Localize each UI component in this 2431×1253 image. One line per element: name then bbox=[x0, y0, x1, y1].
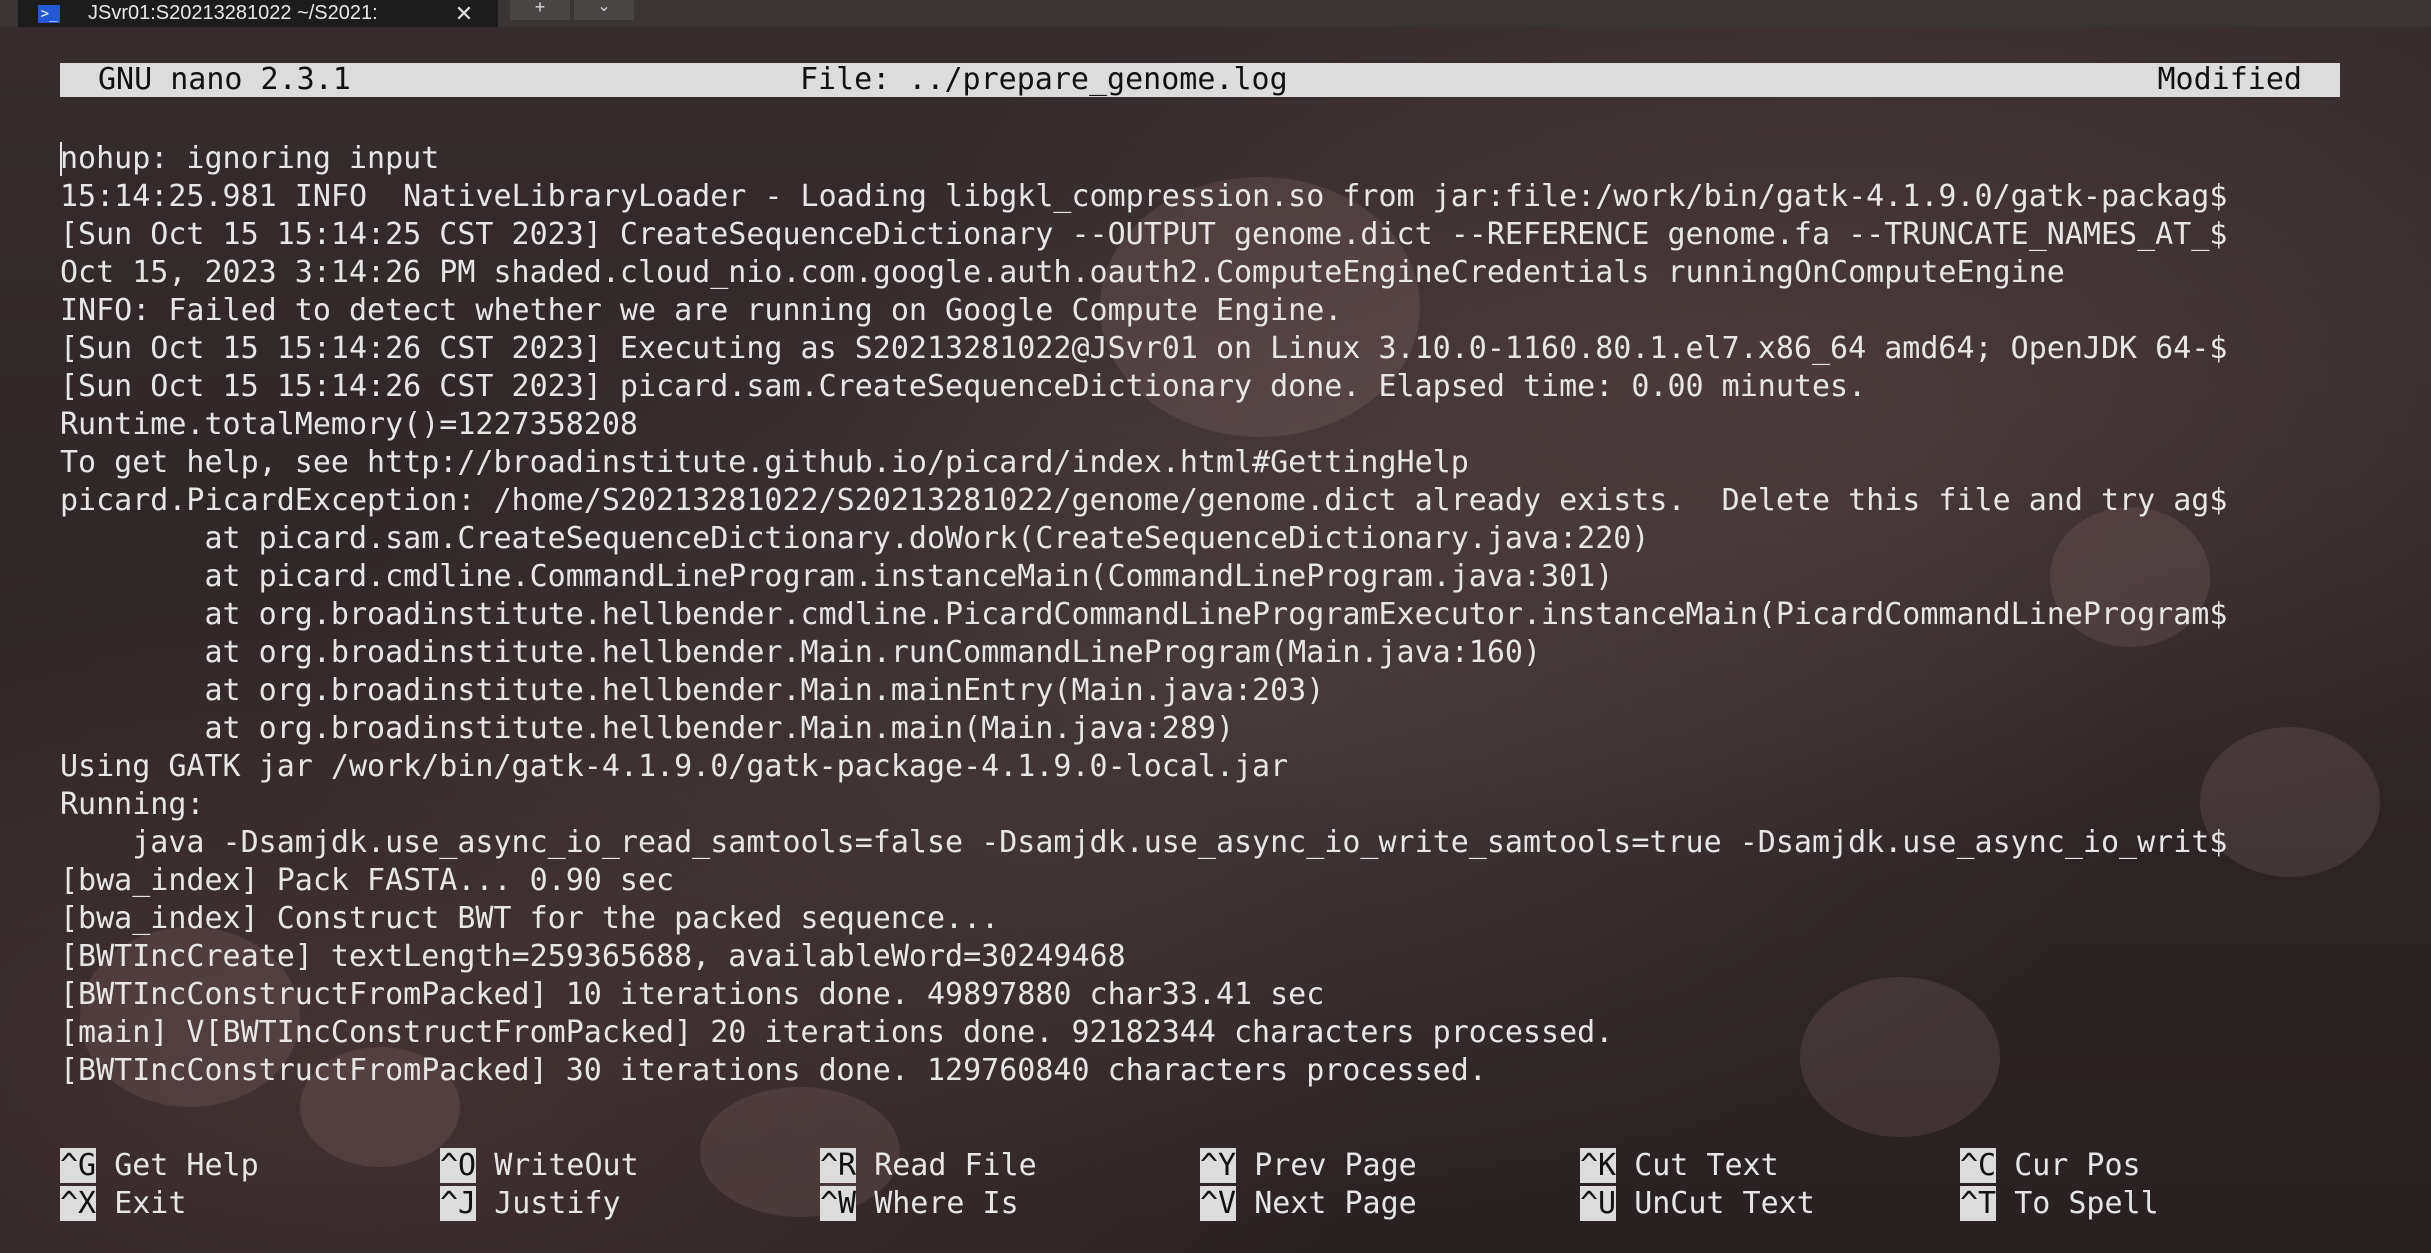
terminal-tab[interactable]: >_ JSvr01:S20213281022 ~/S2021: ✕ bbox=[18, 0, 498, 27]
shortcut-key: ^O bbox=[440, 1148, 477, 1183]
shortcut-label: Where Is bbox=[874, 1186, 1019, 1221]
shortcut-key: ^R bbox=[820, 1148, 857, 1183]
log-line: INFO: Failed to detect whether we are ru… bbox=[60, 293, 1343, 328]
shortcut-cut-text[interactable]: ^K Cut Text bbox=[1580, 1147, 1779, 1185]
shortcut-key: ^U bbox=[1580, 1186, 1617, 1221]
shortcut-prev-page[interactable]: ^Y Prev Page bbox=[1200, 1147, 1417, 1185]
log-line: at org.broadinstitute.hellbender.Main.ru… bbox=[60, 635, 1542, 670]
log-line: Runtime.totalMemory()=1227358208 bbox=[60, 407, 638, 442]
shortcut-exit[interactable]: ^X Exit bbox=[60, 1185, 186, 1223]
shortcut-label: Prev Page bbox=[1254, 1148, 1417, 1183]
shortcut-label: UnCut Text bbox=[1634, 1186, 1815, 1221]
close-icon[interactable]: ✕ bbox=[444, 1, 484, 27]
shortcut-label: To Spell bbox=[2014, 1186, 2159, 1221]
shortcut-key: ^Y bbox=[1200, 1148, 1237, 1183]
chevron-down-icon[interactable]: ⌄ bbox=[574, 0, 634, 20]
tab-title: JSvr01:S20213281022 ~/S2021: bbox=[88, 2, 378, 24]
shortcut-label: WriteOut bbox=[494, 1148, 639, 1183]
log-line: nohup: ignoring input bbox=[60, 141, 440, 176]
powershell-icon: >_ bbox=[38, 4, 60, 23]
log-line: Using GATK jar /work/bin/gatk-4.1.9.0/ga… bbox=[60, 749, 1289, 784]
shortcut-key: ^J bbox=[440, 1186, 477, 1221]
log-line: [main] V[BWTIncConstructFromPacked] 20 i… bbox=[60, 1015, 1614, 1050]
log-line: at picard.sam.CreateSequenceDictionary.d… bbox=[60, 521, 1650, 556]
log-line: Oct 15, 2023 3:14:26 PM shaded.cloud_nio… bbox=[60, 255, 2065, 290]
shortcut-label: Cut Text bbox=[1634, 1148, 1779, 1183]
log-line: at org.broadinstitute.hellbender.Main.ma… bbox=[60, 711, 1234, 746]
shortcut-label: Cur Pos bbox=[2014, 1148, 2141, 1183]
log-content[interactable]: nohup: ignoring input 15:14:25.981 INFO N… bbox=[60, 140, 2350, 1090]
shortcut-label: Read File bbox=[874, 1148, 1037, 1183]
log-line: To get help, see http://broadinstitute.g… bbox=[60, 445, 1469, 480]
shortcut-key: ^G bbox=[60, 1148, 97, 1183]
modified-status: Modified bbox=[2157, 62, 2303, 97]
log-line: [BWTIncConstructFromPacked] 10 iteration… bbox=[60, 977, 1325, 1012]
shortcut-writeout[interactable]: ^O WriteOut bbox=[440, 1147, 639, 1185]
nano-version: GNU nano 2.3.1 bbox=[98, 62, 351, 97]
shortcut-label: Get Help bbox=[114, 1148, 259, 1183]
shortcut-label: Exit bbox=[114, 1186, 187, 1221]
shortcut-bar: ^G Get Help ^O WriteOut ^R Read File ^Y Pre… bbox=[60, 1147, 2360, 1223]
shortcut-to-spell[interactable]: ^T To Spell bbox=[1960, 1185, 2159, 1223]
log-line: [bwa_index] Pack FASTA... 0.90 sec bbox=[60, 863, 675, 898]
shortcut-uncut-text[interactable]: ^U UnCut Text bbox=[1580, 1185, 1815, 1223]
shortcut-label: Justify bbox=[494, 1186, 621, 1221]
log-line: at picard.cmdline.CommandLineProgram.ins… bbox=[60, 559, 1614, 594]
shortcut-justify[interactable]: ^J Justify bbox=[440, 1185, 621, 1223]
log-line: at org.broadinstitute.hellbender.cmdline… bbox=[60, 597, 2228, 632]
new-tab-button[interactable]: + bbox=[510, 0, 570, 20]
log-line: [BWTIncCreate] textLength=259365688, ava… bbox=[60, 939, 1126, 974]
tab-strip: >_ JSvr01:S20213281022 ~/S2021: ✕ + ⌄ bbox=[0, 0, 2431, 27]
log-line: [BWTIncConstructFromPacked] 30 iteration… bbox=[60, 1053, 1487, 1088]
shortcut-get-help[interactable]: ^G Get Help bbox=[60, 1147, 259, 1185]
shortcut-cur-pos[interactable]: ^C Cur Pos bbox=[1960, 1147, 2141, 1185]
text-cursor bbox=[60, 142, 62, 176]
shortcut-key: ^W bbox=[820, 1186, 857, 1221]
log-line: 15:14:25.981 INFO NativeLibraryLoader - … bbox=[60, 179, 2228, 214]
nano-filename: File: ../prepare_genome.log bbox=[800, 62, 1288, 97]
log-line: at org.broadinstitute.hellbender.Main.ma… bbox=[60, 673, 1325, 708]
shortcut-next-page[interactable]: ^V Next Page bbox=[1200, 1185, 1417, 1223]
log-line: picard.PicardException: /home/S202132810… bbox=[60, 483, 2228, 518]
shortcut-key: ^V bbox=[1200, 1186, 1237, 1221]
log-line: java -Dsamjdk.use_async_io_read_samtools… bbox=[60, 825, 2228, 860]
nano-title-bar: GNU nano 2.3.1 File: ../prepare_genome.l… bbox=[60, 63, 2340, 97]
shortcut-label: Next Page bbox=[1254, 1186, 1417, 1221]
log-line: [Sun Oct 15 15:14:26 CST 2023] picard.sa… bbox=[60, 369, 1867, 404]
log-line: [Sun Oct 15 15:14:25 CST 2023] CreateSeq… bbox=[60, 217, 2228, 252]
shortcut-key: ^C bbox=[1960, 1148, 1997, 1183]
shortcut-key: ^T bbox=[1960, 1186, 1997, 1221]
shortcut-where-is[interactable]: ^W Where Is bbox=[820, 1185, 1019, 1223]
shortcut-key: ^X bbox=[60, 1186, 97, 1221]
log-line: [Sun Oct 15 15:14:26 CST 2023] Executing… bbox=[60, 331, 2228, 366]
shortcut-read-file[interactable]: ^R Read File bbox=[820, 1147, 1037, 1185]
log-line: [bwa_index] Construct BWT for the packed… bbox=[60, 901, 1000, 936]
log-line: Running: bbox=[60, 787, 205, 822]
shortcut-key: ^K bbox=[1580, 1148, 1617, 1183]
